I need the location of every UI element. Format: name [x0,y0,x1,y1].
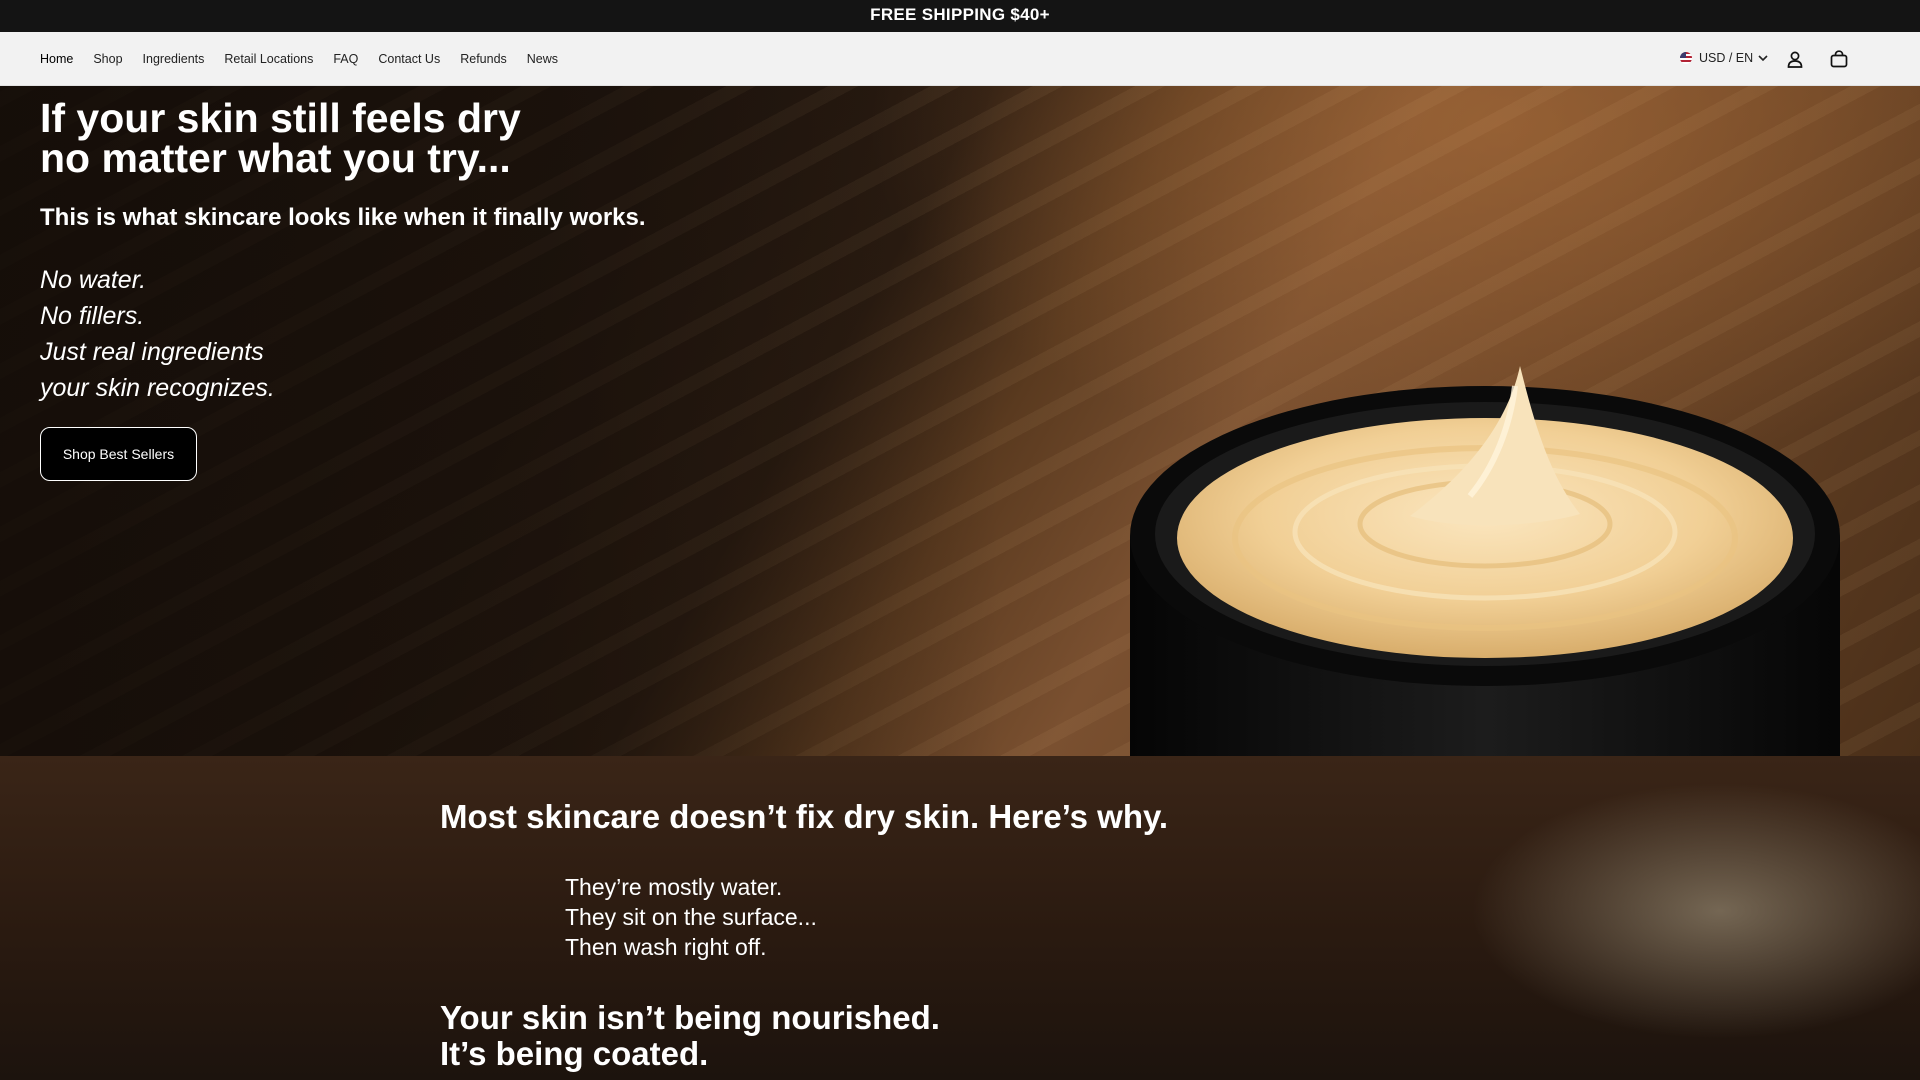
account-button[interactable] [1785,49,1805,69]
user-icon [1787,51,1803,68]
nav-link-refunds[interactable]: Refunds [460,52,507,66]
nav-link-shop[interactable]: Shop [93,52,122,66]
hero-benefit-line: No fillers. [40,302,145,330]
problem-conclusion-line: It’s being coated. [440,1035,709,1072]
problem-section: Most skincare doesn’t fix dry skin. Here… [0,756,1920,1080]
hero-benefit-line: your skin recognizes. [40,374,275,402]
announcement-bar: FREE SHIPPING $40+ [0,0,1920,32]
us-flag-icon [1680,52,1692,64]
nav-link-ingredients[interactable]: Ingredients [143,52,205,66]
problem-reason-line: They sit on the surface... [565,904,817,930]
cream-jar-image [1130,366,1840,756]
problem-reason-line: They’re mostly water. [565,874,783,900]
announcement-text: FREE SHIPPING $40+ [870,5,1050,24]
main-navigation: Home Shop Ingredients Retail Locations F… [0,32,1920,86]
hero-benefit-line: Just real ingredients [40,338,264,366]
nav-link-news[interactable]: News [527,52,558,66]
problem-reason-line: Then wash right off. [565,934,767,960]
currency-language-selector[interactable]: USD / EN [1680,51,1768,65]
shop-best-sellers-button[interactable]: Shop Best Sellers [40,427,197,481]
nav-link-retail-locations[interactable]: Retail Locations [224,52,313,66]
hero-title-line: no matter what you try... [40,135,511,181]
cart-button[interactable] [1829,49,1849,69]
nav-link-contact-us[interactable]: Contact Us [378,52,440,66]
hero-title-line: If your skin still feels dry [40,95,521,141]
hero-banner: If your skin still feels dry no matter w… [0,86,1920,756]
problem-conclusion: Your skin isn’t being nourished. It’s be… [440,1000,940,1072]
chevron-down-icon [1758,51,1768,65]
hero-title: If your skin still feels dry no matter w… [40,95,521,181]
nav-links: Home Shop Ingredients Retail Locations F… [40,32,578,86]
currency-label: USD / EN [1699,51,1754,65]
hero-benefits: No water. No fillers. Just real ingredie… [40,262,275,406]
problem-title: Most skincare doesn’t fix dry skin. Here… [440,798,1169,835]
hero-benefit-line: No water. [40,266,147,294]
nav-link-home[interactable]: Home [40,52,73,66]
problem-reasons: They’re mostly water. They sit on the su… [565,872,817,962]
shopping-bag-icon [1830,50,1848,68]
hero-subtitle: This is what skincare looks like when it… [40,204,646,231]
nav-utilities: USD / EN [1680,32,1920,86]
hero-overlay [0,86,1000,756]
problem-conclusion-line: Your skin isn’t being nourished. [440,999,940,1036]
nav-link-faq[interactable]: FAQ [333,52,358,66]
